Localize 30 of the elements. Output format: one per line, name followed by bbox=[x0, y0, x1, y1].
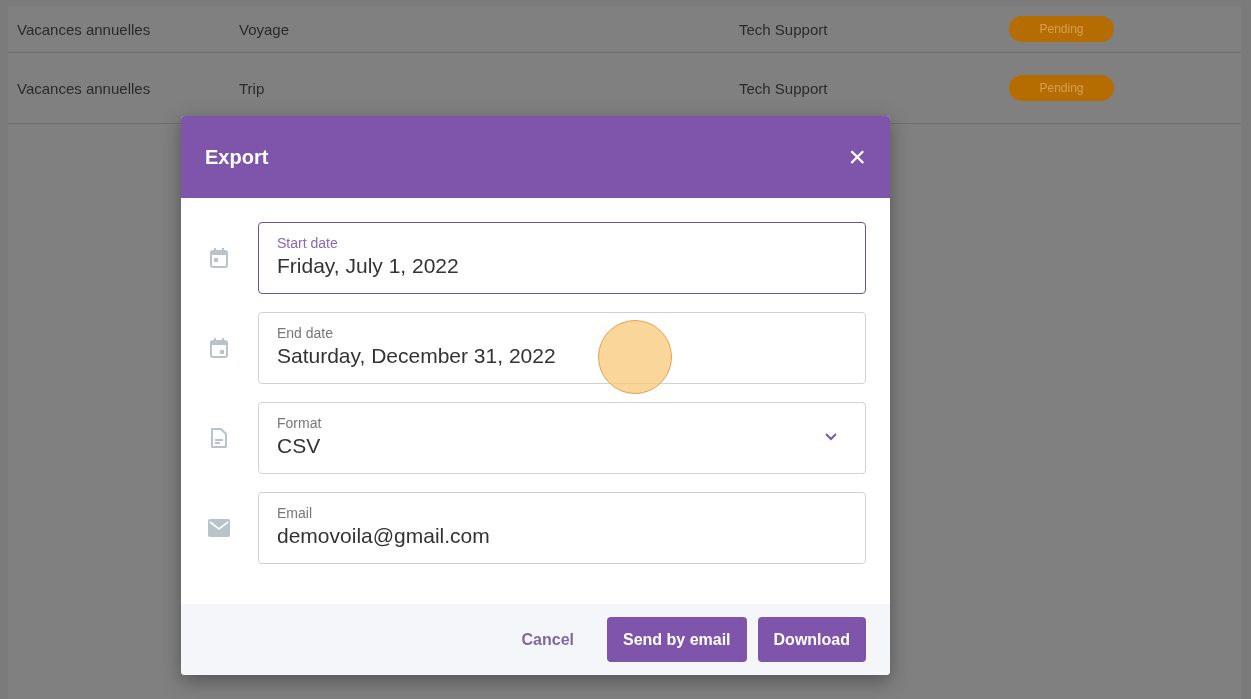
dropdown-field[interactable]: Format CSV bbox=[258, 402, 866, 474]
field-value: demovoila@gmail.com bbox=[277, 524, 490, 548]
calendar-icon bbox=[210, 338, 228, 358]
table-cell-text: Vacances annuelles bbox=[17, 20, 152, 38]
field-label: Format bbox=[277, 415, 323, 431]
field-label: Email bbox=[277, 505, 313, 521]
status-badge: Pending bbox=[1009, 16, 1114, 42]
document-icon bbox=[211, 428, 227, 448]
status-badge: Pending bbox=[1009, 75, 1114, 101]
input-field[interactable]: Email demovoila@gmail.com bbox=[258, 492, 866, 564]
field-value: Friday, July 1, 2022 bbox=[277, 254, 459, 278]
table-cell-text: Tech Support bbox=[739, 79, 829, 97]
table-cell-text: Voyage bbox=[239, 20, 291, 38]
field-value: CSV bbox=[277, 434, 321, 458]
envelope-icon bbox=[208, 519, 230, 537]
calendar-icon bbox=[210, 248, 228, 268]
action-button[interactable]: Send by email bbox=[606, 617, 747, 662]
field-label: Start date bbox=[277, 235, 339, 251]
field-value: Saturday, December 31, 2022 bbox=[277, 344, 556, 368]
action-button[interactable]: Download bbox=[757, 617, 866, 662]
field-label: End date bbox=[277, 325, 335, 341]
dialog-title: Export bbox=[205, 145, 269, 169]
close-button[interactable]: × bbox=[848, 142, 866, 172]
table-cell-text: Tech Support bbox=[739, 20, 829, 38]
table-cell-text: Vacances annuelles bbox=[17, 79, 152, 97]
table-cell-text: Trip bbox=[239, 79, 266, 97]
cancel-button[interactable]: Cancel bbox=[505, 617, 590, 662]
chevron-down-icon bbox=[825, 433, 837, 441]
date-field[interactable]: End date Saturday, December 31, 2022 bbox=[258, 312, 866, 384]
date-field[interactable]: Start date Friday, July 1, 2022 bbox=[258, 222, 866, 294]
